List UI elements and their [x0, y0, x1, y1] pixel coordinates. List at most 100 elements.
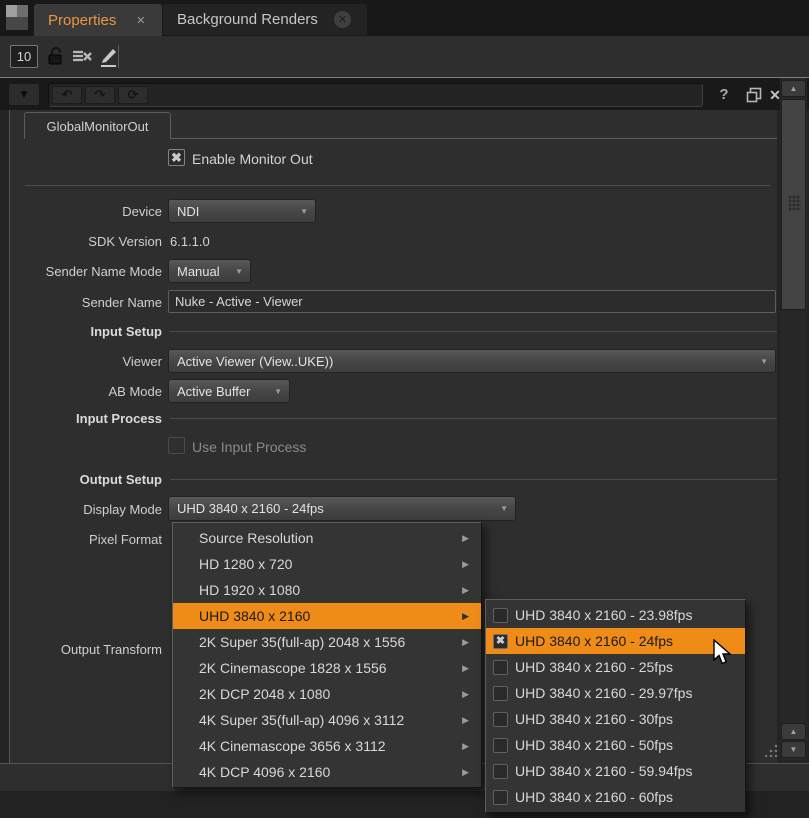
chevron-down-icon: ▼ [760, 357, 768, 366]
item-checkbox [493, 764, 508, 779]
node-tab-label: GlobalMonitorOut [47, 119, 149, 134]
tab-background-renders[interactable]: Background Renders ✕ [163, 4, 367, 35]
edit-icon[interactable] [96, 44, 120, 68]
item-checkbox [493, 660, 508, 675]
viewer-dropdown[interactable]: Active Viewer (View..UKE)) ▼ [168, 349, 776, 373]
submenu-arrow-icon: ▶ [462, 559, 469, 570]
node-tab-underline [171, 138, 777, 139]
viewer-label: Viewer [10, 354, 162, 370]
submenu-arrow-icon: ▶ [462, 741, 469, 752]
mouse-cursor [712, 639, 736, 667]
viewer-value: Active Viewer (View..UKE)) [177, 354, 333, 369]
input-setup-group-label: Input Setup [10, 324, 162, 340]
sender-name-label: Sender Name [10, 295, 162, 311]
submenu-arrow-icon: ▶ [462, 689, 469, 700]
menu-item[interactable]: 4K Super 35(full-ap) 4096 x 3112▶ [173, 707, 481, 733]
submenu-item[interactable]: UHD 3840 x 2160 - 59.94fps [486, 758, 745, 784]
chevron-down-icon: ▼ [235, 267, 243, 276]
submenu-arrow-icon: ▶ [462, 585, 469, 596]
menu-item[interactable]: Source Resolution▶ [173, 525, 481, 551]
menu-item[interactable]: 2K DCP 2048 x 1080▶ [173, 681, 481, 707]
submenu-arrow-icon: ▶ [462, 611, 469, 622]
enable-monitor-out-label: Enable Monitor Out [192, 151, 313, 167]
scrollbar-down-icon[interactable]: ▼ [781, 741, 806, 758]
window-tab-bar: Properties ✕ Background Renders ✕ [0, 0, 809, 36]
close-icon[interactable]: ✕ [132, 12, 149, 29]
menu-item[interactable]: HD 1280 x 720▶ [173, 551, 481, 577]
undo-button[interactable]: ↶ [52, 86, 82, 104]
group-rule [170, 479, 777, 480]
history-bar: ↶ ↷ ⟳ [48, 83, 703, 107]
display-mode-dropdown[interactable]: UHD 3840 x 2160 - 24fps ▼ [168, 496, 516, 521]
panel-header: ▼ ↶ ↷ ⟳ ? ✕ [0, 77, 809, 110]
item-checkbox-checked: ✖ [493, 634, 508, 649]
submenu-arrow-icon: ▶ [462, 637, 469, 648]
tab-background-renders-label: Background Renders [177, 11, 318, 28]
properties-toolbar [0, 36, 809, 77]
help-button[interactable]: ? [714, 85, 734, 105]
sdk-version-label: SDK Version [10, 234, 162, 250]
display-mode-label: Display Mode [10, 502, 162, 518]
scrollbar-up-icon[interactable]: ▲ [781, 723, 806, 740]
display-mode-menu: Source Resolution▶ HD 1280 x 720▶ HD 192… [172, 522, 482, 788]
submenu-item[interactable]: UHD 3840 x 2160 - 50fps [486, 732, 745, 758]
submenu-arrow-icon: ▶ [462, 533, 469, 544]
submenu-arrow-icon: ▶ [462, 715, 469, 726]
item-checkbox [493, 738, 508, 753]
close-icon[interactable]: ✕ [334, 11, 351, 28]
chevron-down-icon: ▼ [300, 207, 308, 216]
submenu-item[interactable]: UHD 3840 x 2160 - 60fps [486, 784, 745, 810]
item-checkbox [493, 790, 508, 805]
item-checkbox [493, 686, 508, 701]
submenu-item[interactable]: UHD 3840 x 2160 - 25fps [486, 654, 745, 680]
ab-mode-value: Active Buffer [177, 384, 250, 399]
output-setup-group-label: Output Setup [10, 472, 162, 488]
sender-name-mode-value: Manual [177, 264, 220, 279]
submenu-item[interactable]: UHD 3840 x 2160 - 23.98fps [486, 602, 745, 628]
enable-monitor-out-checkbox[interactable]: ✖ [168, 149, 185, 166]
tab-properties[interactable]: Properties ✕ [34, 4, 162, 36]
use-input-process-checkbox[interactable] [168, 437, 185, 454]
use-input-process-label: Use Input Process [192, 439, 306, 455]
submenu-item[interactable]: UHD 3840 x 2160 - 29.97fps [486, 680, 745, 706]
unlock-icon[interactable] [44, 44, 68, 68]
menu-item[interactable]: HD 1920 x 1080▶ [173, 577, 481, 603]
device-dropdown[interactable]: NDI ▼ [168, 199, 316, 223]
item-checkbox [493, 712, 508, 727]
menu-item[interactable]: 2K Super 35(full-ap) 2048 x 1556▶ [173, 629, 481, 655]
chevron-down-icon: ▼ [500, 504, 508, 513]
vertical-scrollbar[interactable]: ▲ ▲ ▼ [780, 78, 807, 760]
max-panels-input[interactable] [10, 45, 38, 68]
collapse-triangle-button[interactable]: ▼ [9, 84, 39, 105]
output-transform-label: Output Transform [10, 642, 162, 658]
toolbar-separator [118, 45, 119, 68]
ab-mode-dropdown[interactable]: Active Buffer ▼ [168, 379, 290, 403]
clear-panels-icon[interactable] [70, 44, 94, 68]
submenu-item[interactable]: UHD 3840 x 2160 - 30fps [486, 706, 745, 732]
menu-item[interactable]: 4K DCP 4096 x 2160▶ [173, 759, 481, 785]
node-tab-globalmonitorout[interactable]: GlobalMonitorOut [24, 112, 171, 139]
pixel-format-label: Pixel Format [10, 532, 162, 548]
ab-mode-label: AB Mode [10, 384, 162, 400]
device-value: NDI [177, 204, 199, 219]
chevron-down-icon: ▼ [274, 387, 282, 396]
revert-button[interactable]: ⟳ [118, 86, 148, 104]
pane-layout-icon[interactable] [6, 5, 28, 30]
float-panel-icon[interactable] [745, 86, 763, 104]
redo-button[interactable]: ↷ [85, 86, 115, 104]
scrollbar-thumb[interactable] [781, 99, 806, 310]
menu-item[interactable]: 2K Cinemascope 1828 x 1556▶ [173, 655, 481, 681]
menu-item-highlighted[interactable]: UHD 3840 x 2160▶ [173, 603, 481, 629]
item-checkbox [493, 608, 508, 623]
scrollbar-up-icon[interactable]: ▲ [781, 80, 806, 97]
menu-item[interactable]: 4K Cinemascope 3656 x 3112▶ [173, 733, 481, 759]
sender-name-mode-dropdown[interactable]: Manual ▼ [168, 259, 251, 283]
submenu-arrow-icon: ▶ [462, 663, 469, 674]
sender-name-input[interactable] [168, 290, 776, 313]
sdk-version-value: 6.1.1.0 [170, 234, 210, 249]
tab-properties-label: Properties [48, 12, 116, 29]
submenu-item-highlighted[interactable]: ✖UHD 3840 x 2160 - 24fps [486, 628, 745, 654]
device-label: Device [10, 204, 162, 220]
group-rule [170, 331, 777, 332]
sender-name-mode-label: Sender Name Mode [10, 264, 162, 280]
